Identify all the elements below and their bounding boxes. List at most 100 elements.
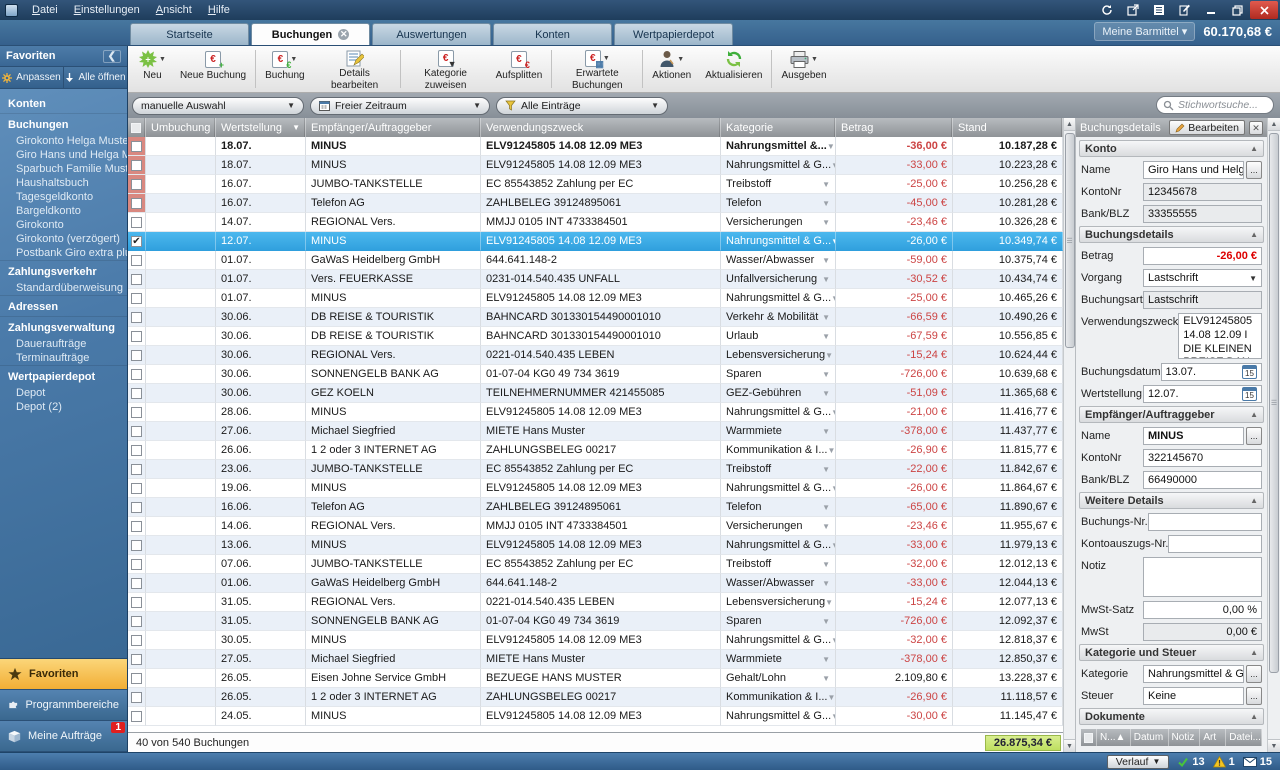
more-button[interactable]: ... [1246,427,1262,445]
category-cell[interactable]: Lebensversicherung▼ [721,346,836,365]
category-cell[interactable]: Nahrungsmittel & G...▼ [721,232,836,251]
table-row[interactable]: 27.05.Michael SiegfriedMIETE Hans Muster… [128,650,1063,669]
category-cell[interactable]: Nahrungsmittel & G...▼ [721,289,836,308]
row-checkbox[interactable] [131,198,142,209]
category-cell[interactable]: Nahrungsmittel & G...▼ [721,156,836,175]
list-icon[interactable] [1146,1,1172,19]
field-textarea[interactable] [1143,557,1262,597]
chevron-down-icon[interactable]: ▼ [822,579,830,588]
column-header-betrag[interactable]: Betrag [836,118,953,137]
doc-column-header[interactable]: N... ▲ [1097,729,1131,746]
field-input[interactable]: 0,00 % [1143,601,1262,619]
row-checkbox[interactable] [131,179,142,190]
close-panel-icon[interactable]: ✕ [1249,121,1263,135]
row-checkbox[interactable] [131,445,142,456]
chevron-down-icon[interactable]: ▼ [822,674,830,683]
section-header-empfänger-auftraggeber[interactable]: Empfänger/Auftraggeber▲ [1079,406,1264,423]
chevron-down-icon[interactable]: ▼ [822,218,830,227]
menu-hilfe[interactable]: Hilfe [200,2,238,18]
row-select-cell[interactable] [128,270,146,289]
calendar-icon[interactable]: 15 [1242,387,1257,401]
field-date-input[interactable]: 13.07.15 [1161,363,1263,381]
tab-konten[interactable]: Konten [493,23,612,45]
collapse-icon[interactable]: ▲ [1250,648,1258,657]
row-select-cell[interactable] [128,137,146,156]
row-checkbox[interactable] [131,692,142,703]
row-select-cell[interactable] [128,194,146,213]
tab-wertpapierdepot[interactable]: Wertpapierdepot [614,23,733,45]
table-row[interactable]: 31.05.REGIONAL Vers.0221-014.540.435 LEB… [128,593,1063,612]
balance-selector[interactable]: Meine Barmittel ▾ [1094,22,1195,41]
row-checkbox[interactable] [131,369,142,380]
table-row[interactable]: 27.06.Michael SiegfriedMIETE Hans Muster… [128,422,1063,441]
doc-header-select[interactable] [1081,729,1097,746]
row-checkbox[interactable] [131,673,142,684]
collapse-icon[interactable]: ▲ [1250,410,1258,419]
doc-column-header[interactable]: Datei... [1226,729,1262,746]
table-row[interactable]: ✔12.07.MINUSELV91245805 14.08 12.09 ME3N… [128,232,1063,251]
sidebar-section-konten[interactable]: Konten [0,93,127,113]
row-select-cell[interactable] [128,327,146,346]
table-row[interactable]: 26.05.1 2 oder 3 INTERNET AGZAHLUNGSBELE… [128,688,1063,707]
calendar-icon[interactable]: 15 [1242,365,1257,379]
row-checkbox[interactable] [131,616,142,627]
menu-ansicht[interactable]: Ansicht [148,2,200,18]
sidebar-item[interactable]: Daueraufträge [0,337,127,351]
category-cell[interactable]: Versicherungen▼ [721,517,836,536]
entries-filter-dropdown[interactable]: Alle Einträge▼ [496,97,668,115]
close-icon[interactable] [1250,1,1278,19]
status-warning[interactable]: 1 [1213,756,1235,768]
section-header-konto[interactable]: Konto▲ [1079,140,1264,157]
sidebar-collapse-icon[interactable]: ❮ [103,50,121,63]
scrollbar-thumb[interactable]: ☰ [1269,133,1279,673]
table-row[interactable]: 30.05.MINUSELV91245805 14.08 12.09 ME3Na… [128,631,1063,650]
row-checkbox[interactable] [131,597,142,608]
field-input[interactable]: Keine [1143,687,1244,705]
category-cell[interactable]: Kommunikation & I...▼ [721,688,836,707]
row-select-cell[interactable] [128,441,146,460]
category-cell[interactable]: Kommunikation & I...▼ [721,441,836,460]
category-cell[interactable]: Nahrungsmittel & G...▼ [721,707,836,726]
menu-einstellungen[interactable]: Einstellungen [66,2,148,18]
category-cell[interactable]: Wasser/Abwasser▼ [721,574,836,593]
category-cell[interactable]: Treibstoff▼ [721,555,836,574]
chevron-down-icon[interactable]: ▼ [828,446,836,455]
refresh-window-icon[interactable] [1094,1,1120,19]
table-row[interactable]: 16.07.Telefon AGZAHLBELEG 39124895061Tel… [128,194,1063,213]
row-select-cell[interactable] [128,251,146,270]
sidebar-item[interactable]: Depot (2) [0,400,127,414]
row-checkbox[interactable] [131,483,142,494]
table-row[interactable]: 01.07.GaWaS Heidelberg GmbH644.641.148-2… [128,251,1063,270]
more-button[interactable]: ... [1246,687,1262,705]
category-cell[interactable]: Warmmiete▼ [721,422,836,441]
column-header-select[interactable] [128,118,146,137]
chevron-down-icon[interactable]: ▼ [822,370,830,379]
export-icon[interactable] [1120,1,1146,19]
sidebar-section-buchungen[interactable]: Buchungen [0,113,127,134]
row-select-cell[interactable] [128,308,146,327]
category-cell[interactable]: Unfallversicherung▼ [721,270,836,289]
row-select-cell[interactable] [128,460,146,479]
collapse-icon[interactable]: ▲ [1250,144,1258,153]
toolbar-button-details-bearbeiten[interactable]: Details bearbeiten [312,46,398,92]
minimize-icon[interactable] [1198,1,1224,19]
table-row[interactable]: 23.06.JUMBO-TANKSTELLEEC 85543852 Zahlun… [128,460,1063,479]
scroll-down-icon[interactable]: ▼ [1268,739,1280,752]
toolbar-button-aktualisieren[interactable]: Aktualisieren [698,46,769,92]
chevron-down-icon[interactable]: ▼ [822,256,830,265]
status-ok[interactable]: 13 [1177,756,1204,768]
sidebar-item[interactable]: Girokonto [0,218,127,232]
chevron-down-icon[interactable]: ▼ [822,617,830,626]
panel-scrollbar[interactable]: ▲ ☰ ▼ [1267,118,1280,752]
sidebar-item[interactable]: Postbank Giro extra plus [0,246,127,260]
chevron-down-icon[interactable]: ▼ [822,180,830,189]
row-checkbox[interactable] [131,635,142,646]
row-select-cell[interactable] [128,403,146,422]
sidebar-section-zahlungsverwaltung[interactable]: Zahlungsverwaltung [0,316,127,337]
table-row[interactable]: 07.06.JUMBO-TANKSTELLEEC 85543852 Zahlun… [128,555,1063,574]
chevron-down-icon[interactable]: ▼ [822,313,830,322]
row-select-cell[interactable] [128,688,146,707]
row-select-cell[interactable] [128,498,146,517]
row-select-cell[interactable] [128,289,146,308]
row-select-cell[interactable] [128,555,146,574]
